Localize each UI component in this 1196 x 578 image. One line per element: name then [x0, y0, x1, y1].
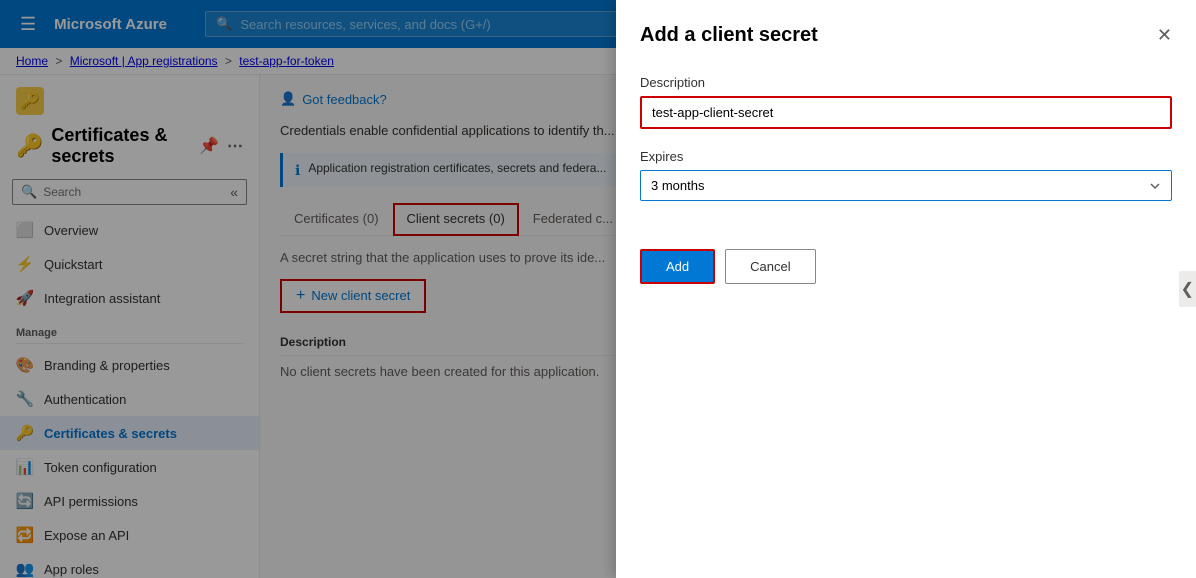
expires-select[interactable]: 3 months 6 months 12 months 18 months 24… — [640, 170, 1172, 201]
scroll-indicator[interactable]: ❮ — [1179, 271, 1196, 307]
description-field: Description — [640, 75, 1172, 129]
description-label: Description — [640, 75, 1172, 90]
add-button[interactable]: Add — [640, 249, 715, 284]
cancel-button[interactable]: Cancel — [725, 249, 815, 284]
panel-actions: Add Cancel — [640, 249, 1172, 284]
close-icon[interactable]: ✕ — [1157, 25, 1172, 46]
overlay: Add a client secret ✕ Description Expire… — [0, 0, 1196, 578]
panel-header: Add a client secret ✕ — [640, 24, 1172, 47]
add-secret-panel: Add a client secret ✕ Description Expire… — [616, 0, 1196, 578]
expires-label: Expires — [640, 149, 1172, 164]
expires-field: Expires 3 months 6 months 12 months 18 m… — [640, 149, 1172, 201]
panel-title: Add a client secret — [640, 24, 818, 47]
description-input[interactable] — [640, 96, 1172, 129]
expires-select-wrapper: 3 months 6 months 12 months 18 months 24… — [640, 170, 1172, 201]
